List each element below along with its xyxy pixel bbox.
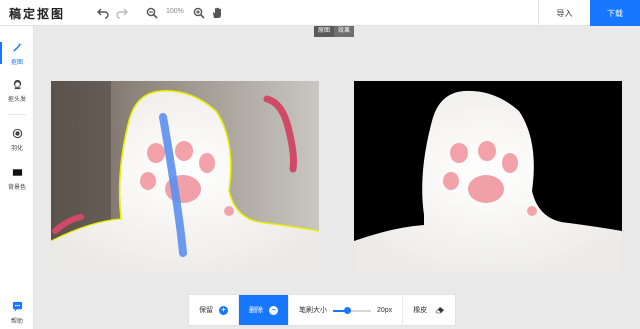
top-bar: 稿定抠图 100% 导入 下载	[0, 0, 640, 26]
help-chat-icon	[10, 300, 24, 314]
original-view-button[interactable]: 原图	[314, 26, 335, 37]
app-logo[interactable]: 稿定抠图	[9, 5, 65, 22]
result-preview-canvas[interactable]	[354, 81, 622, 273]
background-color-icon	[10, 166, 24, 180]
sidebar-item-hair[interactable]: 抠头发	[0, 73, 34, 107]
sidebar-item-help[interactable]: 帮助	[0, 295, 34, 329]
sidebar-item-label: 抠头发	[7, 96, 26, 103]
brush-size-control: 笔刷大小 20px	[289, 295, 404, 325]
sidebar-item-cutout[interactable]: 抠图	[0, 36, 34, 70]
download-button[interactable]: 下载	[590, 0, 640, 26]
sidebar-item-label: 背景色	[7, 184, 26, 191]
hand-icon[interactable]	[210, 6, 224, 20]
zoom-out-icon[interactable]	[145, 6, 159, 20]
minus-icon: −	[269, 305, 278, 315]
slider-handle[interactable]	[343, 306, 351, 314]
zoom-level: 100%	[166, 8, 184, 15]
zoom-in-icon[interactable]	[192, 6, 206, 20]
plus-icon: +	[219, 305, 228, 315]
eraser-label: 橡皮	[413, 307, 428, 314]
view-toggle: 原图 效果	[314, 26, 355, 37]
brush-size-label: 笔刷大小	[299, 307, 327, 314]
sidebar-item-feather[interactable]: 羽化	[0, 122, 34, 156]
keep-label: 保留	[199, 307, 213, 314]
brush-size-slider[interactable]	[333, 306, 371, 315]
eraser-icon	[435, 307, 445, 314]
remove-brush-button[interactable]: 删除 −	[239, 295, 289, 325]
effect-view-button[interactable]: 效果	[334, 26, 355, 37]
brush-toolbar: 保留 + 删除 − 笔刷大小 20px 橡皮	[188, 294, 457, 326]
eraser-button[interactable]: 橡皮	[403, 295, 455, 325]
sidebar-divider	[8, 114, 26, 115]
keep-brush-button[interactable]: 保留 +	[189, 295, 239, 325]
magic-wand-icon	[10, 41, 24, 55]
help-label: 帮助	[10, 318, 23, 325]
remove-label: 删除	[249, 307, 263, 314]
feather-icon	[10, 127, 24, 141]
head-icon	[10, 78, 24, 92]
import-button[interactable]: 导入	[538, 0, 590, 26]
redo-icon[interactable]	[115, 6, 129, 20]
brush-size-value: 20px	[377, 306, 393, 314]
sidebar-item-background[interactable]: 背景色	[0, 161, 34, 195]
undo-icon[interactable]	[96, 6, 110, 20]
sidebar-item-label: 羽化	[10, 145, 23, 152]
original-image-canvas[interactable]	[51, 81, 319, 273]
left-sidebar: 抠图 抠头发 羽化 背景色 帮助	[0, 26, 34, 329]
sidebar-item-label: 抠图	[10, 59, 23, 66]
